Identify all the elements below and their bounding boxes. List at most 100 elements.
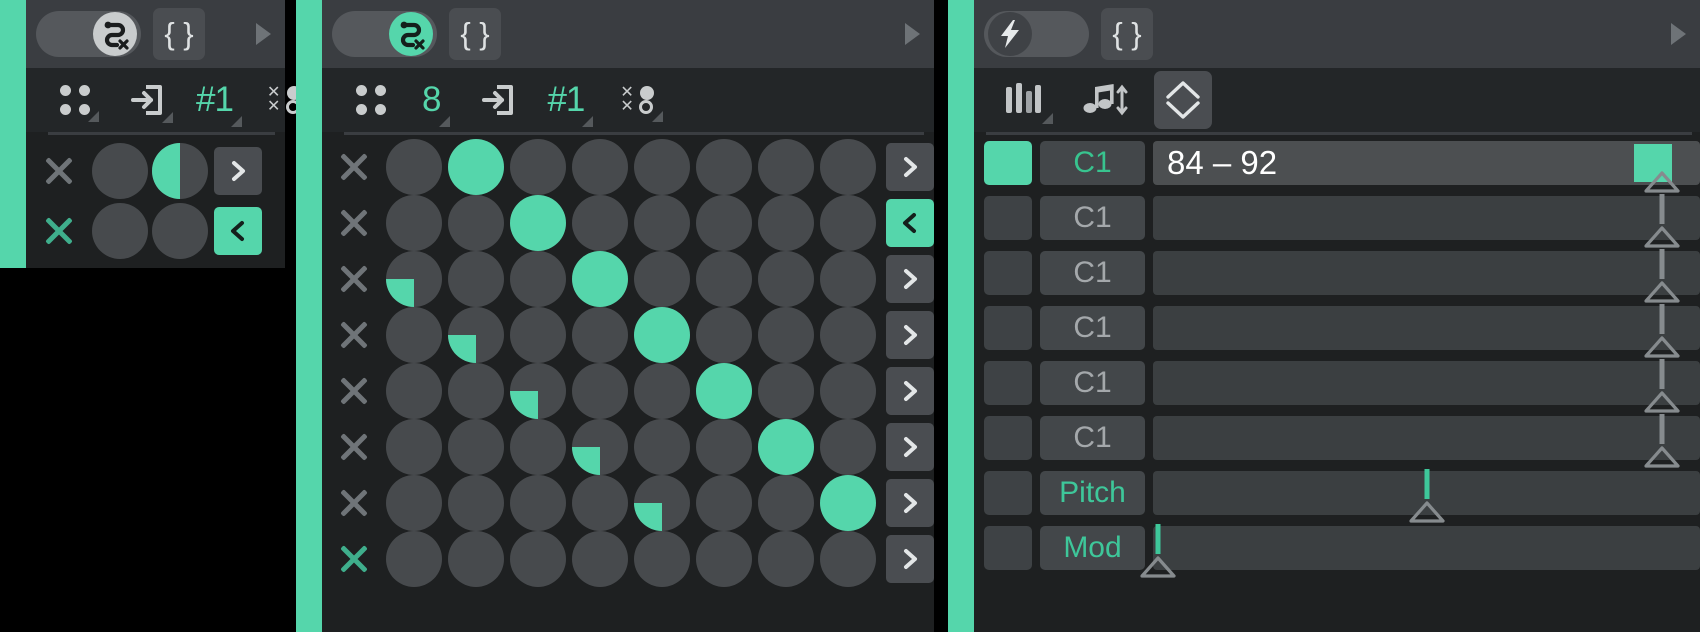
row-clear-button[interactable] <box>26 214 92 248</box>
step-dot[interactable] <box>758 139 814 195</box>
row-clear-button[interactable] <box>322 430 386 464</box>
row-shift-right-button[interactable] <box>886 143 934 191</box>
row-shift-right-button[interactable] <box>886 311 934 359</box>
step-dot[interactable] <box>510 195 566 251</box>
value-slider-track[interactable] <box>1153 413 1700 468</box>
note-label-button[interactable]: C1 <box>1040 195 1145 240</box>
play-triangle-icon[interactable] <box>905 23 920 45</box>
step-dot[interactable] <box>820 531 876 587</box>
step-dot[interactable] <box>634 139 690 195</box>
step-dot[interactable] <box>820 363 876 419</box>
play-triangle-icon[interactable] <box>1671 23 1686 45</box>
value-slider-track[interactable] <box>1153 358 1700 413</box>
step-dot[interactable] <box>448 363 504 419</box>
row-shift-right-button[interactable] <box>886 535 934 583</box>
row-clear-button[interactable] <box>322 318 386 352</box>
row-clear-button[interactable] <box>26 154 92 188</box>
step-dot[interactable] <box>572 475 628 531</box>
step-dot[interactable] <box>572 419 628 475</box>
step-dot[interactable] <box>820 195 876 251</box>
step-dot[interactable] <box>386 363 442 419</box>
step-dot[interactable] <box>510 251 566 307</box>
step-dot[interactable] <box>510 475 566 531</box>
step-dot[interactable] <box>820 139 876 195</box>
braces-button[interactable]: { } <box>449 8 501 60</box>
value-slider-track[interactable] <box>1153 248 1700 303</box>
step-dot[interactable] <box>386 251 442 307</box>
step-dot[interactable] <box>448 475 504 531</box>
note-label-button[interactable]: C1 <box>1040 415 1145 460</box>
step-dot[interactable] <box>696 419 752 475</box>
step-dot[interactable] <box>820 419 876 475</box>
note-label-button[interactable]: Pitch <box>1040 470 1145 515</box>
step-dot[interactable] <box>696 363 752 419</box>
value-slider-track[interactable] <box>1153 303 1700 358</box>
range-marker-handle[interactable] <box>1640 413 1684 474</box>
row-clear-button[interactable] <box>322 374 386 408</box>
step-dot[interactable] <box>696 531 752 587</box>
import-arrow-icon[interactable] <box>481 84 515 116</box>
value-slider-track[interactable] <box>1153 193 1700 248</box>
note-label-button[interactable]: C1 <box>1040 360 1145 405</box>
diamond-range-icon[interactable] <box>1154 71 1212 129</box>
step-dot[interactable] <box>386 195 442 251</box>
braces-button[interactable]: { } <box>153 8 205 60</box>
step-dot[interactable] <box>572 139 628 195</box>
step-dot[interactable] <box>758 195 814 251</box>
step-dot[interactable] <box>152 143 208 199</box>
step-dot[interactable] <box>386 307 442 363</box>
step-enable-pad[interactable] <box>984 305 1032 350</box>
step-dot[interactable] <box>820 475 876 531</box>
row-shift-right-button[interactable] <box>886 367 934 415</box>
step-dot[interactable] <box>448 307 504 363</box>
step-dot[interactable] <box>572 251 628 307</box>
step-dot[interactable] <box>758 419 814 475</box>
range-marker-handle[interactable] <box>1640 303 1684 364</box>
step-dot[interactable] <box>510 139 566 195</box>
row-clear-button[interactable] <box>322 206 386 240</box>
play-triangle-icon[interactable] <box>256 23 271 45</box>
row-shift-right-button[interactable] <box>214 147 262 195</box>
range-marker-handle[interactable] <box>1640 157 1684 199</box>
step-dot[interactable] <box>386 531 442 587</box>
range-marker-handle[interactable] <box>1136 523 1180 584</box>
panel-rail-handle[interactable] <box>948 0 974 632</box>
step-dot[interactable] <box>634 195 690 251</box>
step-enable-pad[interactable] <box>984 415 1032 460</box>
step-dot[interactable] <box>572 363 628 419</box>
step-dot[interactable] <box>634 419 690 475</box>
step-dot[interactable] <box>696 307 752 363</box>
step-dot[interactable] <box>696 475 752 531</box>
step-enable-pad[interactable] <box>984 140 1032 185</box>
step-dot[interactable] <box>92 143 148 199</box>
step-dot[interactable] <box>634 363 690 419</box>
step-dot[interactable] <box>448 251 504 307</box>
row-clear-button[interactable] <box>322 486 386 520</box>
value-slider-track[interactable] <box>1153 468 1700 523</box>
row-shift-right-button[interactable] <box>886 255 934 303</box>
step-dot[interactable] <box>758 531 814 587</box>
note-label-button[interactable]: C1 <box>1040 250 1145 295</box>
step-dot[interactable] <box>696 139 752 195</box>
step-dot[interactable] <box>634 475 690 531</box>
step-dot[interactable] <box>386 419 442 475</box>
step-dot[interactable] <box>152 203 208 259</box>
range-marker-handle[interactable] <box>1640 193 1684 254</box>
range-marker-handle[interactable] <box>1405 468 1449 529</box>
row-clear-button[interactable] <box>322 150 386 184</box>
range-marker-handle[interactable] <box>1640 358 1684 419</box>
step-dot[interactable] <box>448 419 504 475</box>
step-dot[interactable] <box>572 195 628 251</box>
row-shift-left-button[interactable] <box>886 199 934 247</box>
step-dot[interactable] <box>448 195 504 251</box>
step-dot[interactable] <box>510 531 566 587</box>
pattern-number-button[interactable]: #1 <box>547 80 594 127</box>
value-slider-track[interactable] <box>1140 523 1700 578</box>
step-enable-pad[interactable] <box>984 360 1032 405</box>
velocity-enable-toggle[interactable] <box>984 11 1089 57</box>
import-arrow-icon[interactable] <box>130 84 173 123</box>
panel-rail-handle[interactable] <box>296 0 322 632</box>
step-dot[interactable] <box>696 251 752 307</box>
four-dots-icon[interactable] <box>356 85 386 115</box>
note-updown-icon[interactable] <box>1082 83 1128 117</box>
